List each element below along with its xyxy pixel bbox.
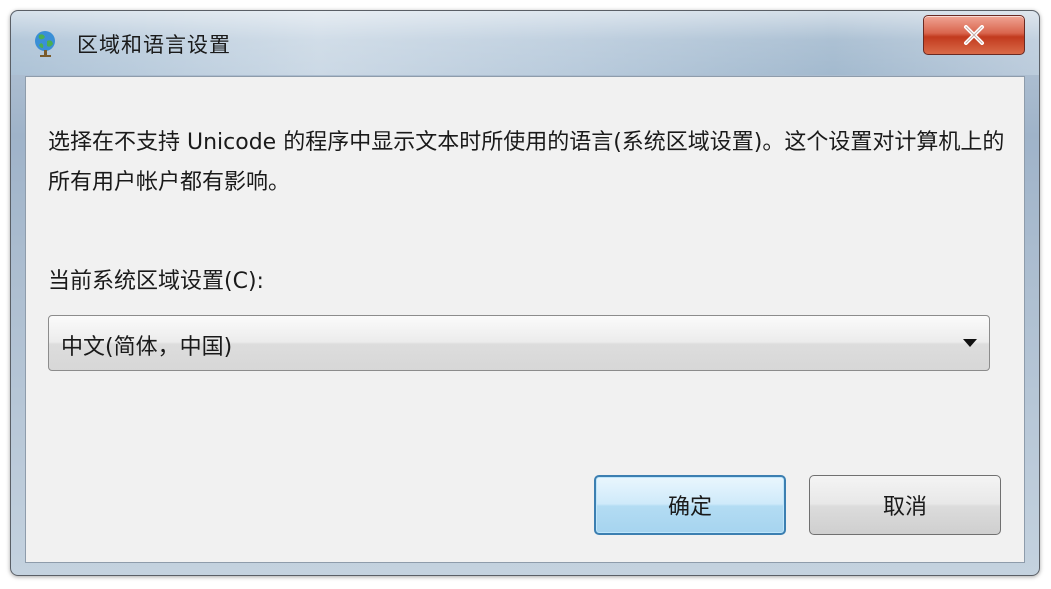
cancel-button[interactable]: 取消 bbox=[809, 475, 1001, 535]
close-button[interactable] bbox=[923, 15, 1025, 55]
locale-dropdown[interactable]: 中文(简体，中国) bbox=[48, 315, 990, 371]
dialog-client-area: 选择在不支持 Unicode 的程序中显示文本时所使用的语言(系统区域设置)。这… bbox=[25, 76, 1025, 563]
globe-icon bbox=[33, 29, 59, 57]
window-title: 区域和语言设置 bbox=[77, 33, 231, 57]
ok-button-label: 确定 bbox=[667, 495, 712, 520]
description-text: 选择在不支持 Unicode 的程序中显示文本时所使用的语言(系统区域设置)。这… bbox=[48, 130, 1005, 195]
locale-selected-value: 中文(简体，中国) bbox=[61, 335, 233, 360]
region-language-dialog: 区域和语言设置 选择在不支持 Unicode 的程序中显示文本时所使用的语言(系… bbox=[10, 10, 1040, 576]
chevron-down-icon[interactable] bbox=[963, 339, 977, 347]
cancel-button-label: 取消 bbox=[882, 495, 927, 520]
close-icon bbox=[963, 25, 985, 45]
locale-label: 当前系统区域设置(C): bbox=[48, 269, 264, 294]
ok-button[interactable]: 确定 bbox=[594, 475, 786, 535]
title-bar[interactable]: 区域和语言设置 bbox=[11, 11, 1039, 75]
